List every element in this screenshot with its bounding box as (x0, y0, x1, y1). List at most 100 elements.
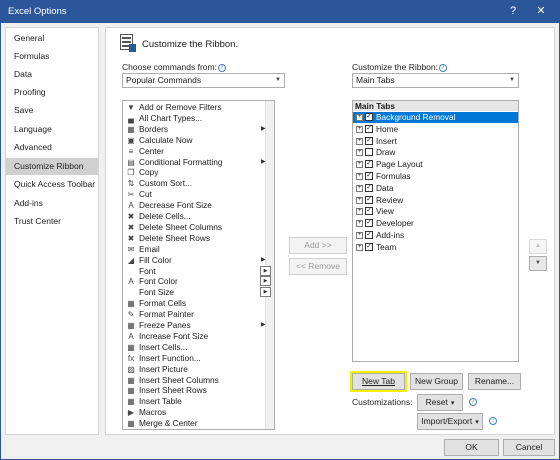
ribbon-tabs-tree[interactable]: Main Tabs + ✓ Background Removal + ✓ Home + ✓ In… (352, 100, 519, 362)
expand-icon[interactable]: + (356, 149, 363, 157)
command-list-item[interactable]: ≡ Center (123, 146, 274, 157)
expand-icon[interactable]: + (356, 232, 363, 239)
nav-item-trust-center[interactable]: Trust Center (6, 213, 98, 230)
command-list-item[interactable]: Font ▶ (123, 265, 274, 277)
command-list-item[interactable]: ✎ Format Painter (123, 309, 274, 320)
tab-checkbox[interactable]: ✓ (365, 160, 373, 169)
command-list-item[interactable]: ✖ Delete Sheet Columns (123, 222, 274, 233)
nav-item-customize-ribbon[interactable]: Customize Ribbon (6, 158, 98, 175)
expand-icon[interactable]: + (356, 220, 363, 228)
customize-ribbon-dropdown[interactable]: Main Tabs ▼ (352, 73, 519, 88)
tree-item-draw[interactable]: + Draw (353, 147, 518, 158)
ok-button[interactable]: OK (444, 439, 499, 456)
nav-item-add-ins[interactable]: Add-ins (6, 195, 98, 212)
close-button[interactable]: ✕ (527, 1, 555, 23)
tab-checkbox[interactable]: ✓ (365, 195, 373, 204)
command-list-item[interactable]: ▨ Insert Picture (123, 364, 274, 375)
tab-checkbox[interactable]: ✓ (365, 124, 373, 133)
command-list-item[interactable]: ▦ Insert Sheet Rows (123, 385, 274, 396)
nav-item-proofing[interactable]: Proofing (6, 84, 98, 101)
command-list-item[interactable]: A Decrease Font Size (123, 200, 274, 211)
move-down-button[interactable]: ▼ (529, 256, 547, 271)
expand-icon[interactable]: + (356, 243, 363, 251)
help-button[interactable]: ? (499, 1, 527, 23)
command-list-item[interactable]: ▦ Insert Cells... (123, 342, 274, 353)
tree-item-insert[interactable]: + ✓ Insert (353, 136, 518, 147)
nav-item-data[interactable]: Data (6, 66, 98, 83)
insert-function-icon: fx (127, 353, 135, 363)
command-list-item[interactable]: fx Insert Function... (123, 353, 274, 364)
add-button[interactable]: Add >> (289, 237, 347, 254)
tree-item-page-layout[interactable]: + ✓ Page Layout (353, 159, 518, 170)
tree-item-background-removal[interactable]: + ✓ Background Removal (353, 112, 518, 123)
tree-item-team[interactable]: + ✓ Team (353, 242, 518, 253)
tab-checkbox[interactable]: ✓ (365, 242, 373, 251)
tree-item-review[interactable]: + ✓ Review (353, 195, 518, 206)
nav-item-save[interactable]: Save (6, 102, 98, 119)
command-list-item[interactable]: ⇅ Custom Sort... (123, 178, 274, 189)
command-list-item[interactable]: A Font Color ▶ (123, 276, 274, 287)
command-list-item[interactable]: ❐ Copy (123, 167, 274, 178)
rename-button[interactable]: Rename... (468, 373, 521, 390)
tab-checkbox[interactable]: ✓ (365, 113, 373, 121)
expand-icon[interactable]: + (356, 161, 363, 169)
tab-checkbox[interactable]: ✓ (365, 136, 373, 145)
tab-checkbox[interactable]: ✓ (365, 207, 373, 216)
expand-icon[interactable]: + (356, 196, 363, 204)
command-list-item[interactable]: ✖ Delete Cells... (123, 211, 274, 222)
command-list-item[interactable]: ▤ Conditional Formatting ▶ (123, 157, 274, 168)
new-tab-button[interactable]: New Tab (350, 371, 407, 392)
command-list-item[interactable]: ▣ Calculate Now (123, 135, 274, 146)
expand-icon[interactable]: + (356, 137, 363, 145)
tab-checkbox[interactable]: ✓ (365, 231, 373, 239)
remove-button[interactable]: << Remove (289, 258, 347, 275)
tab-checkbox[interactable]: ✓ (365, 172, 373, 180)
command-list-item[interactable]: Font Size ▶ (123, 287, 274, 298)
command-list-item[interactable]: ▶ Macros (123, 407, 274, 418)
command-list-item[interactable]: A Increase Font Size (123, 331, 274, 342)
command-label: Format Painter (139, 309, 194, 320)
choose-commands-dropdown[interactable]: Popular Commands ▼ (122, 73, 285, 88)
expand-icon[interactable]: + (356, 114, 363, 121)
command-label: Center (139, 145, 164, 156)
cancel-button[interactable]: Cancel (503, 439, 555, 456)
command-list-item[interactable]: ▦ Merge & Center (123, 418, 274, 429)
command-list-item[interactable]: ▼ Add or Remove Filters (123, 102, 274, 113)
import-export-button[interactable]: Import/Export (417, 413, 483, 430)
command-list-item[interactable]: ▦ Insert Sheet Columns (123, 375, 274, 386)
expand-icon[interactable]: + (356, 173, 363, 180)
commands-list[interactable]: ▼ Add or Remove Filters ▄ All Chart Types..… (122, 100, 275, 430)
tree-item-view[interactable]: + ✓ View (353, 206, 518, 217)
tree-item-add-ins[interactable]: + ✓ Add-ins (353, 230, 518, 241)
command-label: Insert Picture (139, 363, 188, 374)
new-group-button[interactable]: New Group (410, 373, 463, 390)
expand-icon[interactable]: + (356, 184, 363, 192)
nav-item-formulas[interactable]: Formulas (6, 48, 98, 65)
nav-item-language[interactable]: Language (6, 121, 98, 138)
tree-item-formulas[interactable]: + ✓ Formulas (353, 171, 518, 182)
reset-button[interactable]: Reset (417, 394, 463, 411)
command-list-item[interactable]: ◢ Fill Color ▶ (123, 255, 274, 266)
tree-item-data[interactable]: + ✓ Data (353, 183, 518, 194)
command-list-item[interactable]: ▦ Insert Table (123, 396, 274, 407)
command-list-item[interactable]: ▦ Borders ▶ (123, 124, 274, 135)
tree-item-developer[interactable]: + ✓ Developer (353, 218, 518, 229)
command-list-item[interactable]: ▦ Format Cells (123, 298, 274, 309)
move-up-button[interactable]: ▲ (529, 239, 547, 254)
nav-item-general[interactable]: General (6, 30, 98, 47)
tree-item-home[interactable]: + ✓ Home (353, 124, 518, 135)
tab-checkbox[interactable] (365, 148, 373, 157)
nav-item-quick-access-toolbar[interactable]: Quick Access Toolbar (6, 176, 98, 193)
command-list-item[interactable]: ✖ Delete Sheet Rows (123, 233, 274, 244)
expand-icon[interactable]: + (356, 125, 363, 133)
command-list-item[interactable]: ✉ Email (123, 244, 274, 255)
tab-checkbox[interactable]: ✓ (365, 219, 373, 228)
expand-icon[interactable]: + (356, 208, 363, 216)
command-list-item[interactable]: ▄ All Chart Types... (123, 113, 274, 124)
command-list-item[interactable]: ▦ Freeze Panes ▶ (123, 320, 274, 331)
command-list-item[interactable]: ✂ Cut (123, 189, 274, 200)
tab-checkbox[interactable]: ✓ (365, 183, 373, 192)
choose-commands-label: Choose commands from: i (122, 62, 226, 72)
command-label: Delete Sheet Columns (139, 221, 223, 232)
nav-item-advanced[interactable]: Advanced (6, 139, 98, 156)
